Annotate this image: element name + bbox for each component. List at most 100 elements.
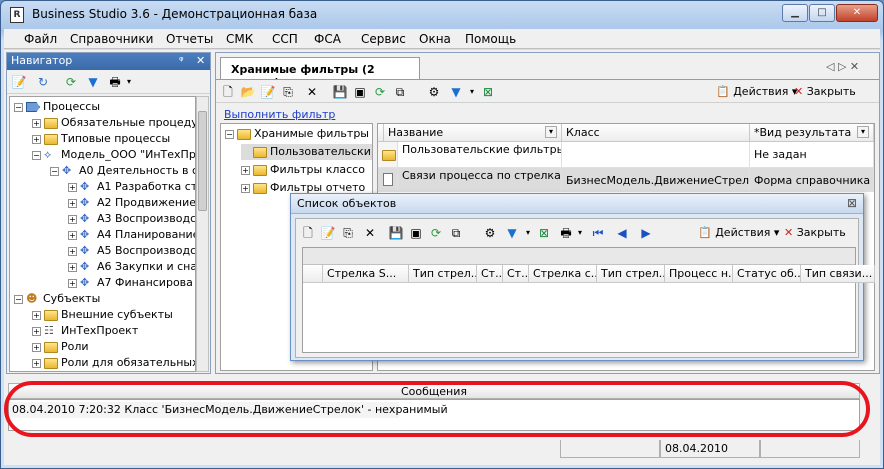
tree-item[interactable]: + ✥ A3 Воспроизводс (68, 211, 195, 227)
tree-item[interactable]: + ☷ ИнТехПроект (32, 323, 138, 339)
properties-icon[interactable]: ⧉ (448, 225, 464, 241)
column-header[interactable]: Тип связи... (801, 265, 875, 283)
dialog-actions-button[interactable]: 📋 Действия ▾ (698, 226, 779, 239)
tree-item[interactable]: + Обязательные процедур (32, 115, 195, 131)
copy-icon[interactable]: ⎘ (280, 84, 296, 100)
column-header[interactable]: Ст... (477, 265, 503, 283)
column-header-class[interactable]: Класс (562, 124, 750, 142)
chevron-down-icon[interactable]: ▾ (464, 84, 480, 100)
tree-item[interactable]: + Внешние субъекты (32, 307, 173, 323)
filter-tree-item[interactable]: − Хранимые фильтры (225, 126, 369, 142)
new-icon[interactable]: 🗋 (220, 84, 236, 100)
menu-windows[interactable]: Окна (419, 32, 451, 46)
title-bar[interactable]: R Business Studio 3.6 - Демонстрационная… (4, 2, 880, 28)
excel-icon[interactable]: ⊠ (480, 84, 496, 100)
dialog-close-button[interactable]: ✕ Закрыть (784, 226, 846, 239)
tree-item[interactable]: − ☻ Субъекты (14, 291, 100, 307)
menu-fsa[interactable]: ФСА (314, 32, 341, 46)
tree-item[interactable]: + ✥ A4 Планирование (68, 227, 195, 243)
collapse-icon[interactable]: − (50, 166, 59, 176)
save-all-icon[interactable]: ▣ (408, 225, 424, 241)
filter-icon[interactable]: ▼ (85, 74, 101, 90)
folder-open-icon[interactable]: 📂 (240, 84, 256, 100)
tree-filter-icon[interactable]: ⚙ (426, 84, 442, 100)
expand-icon[interactable]: + (68, 230, 77, 240)
column-header[interactable]: Тип стрел... (409, 265, 477, 283)
menu-help[interactable]: Помощь (465, 32, 516, 46)
expand-icon[interactable]: + (32, 358, 41, 368)
filter-tree-item[interactable]: + Фильтры классо (241, 162, 365, 178)
tree-item[interactable]: + ✥ A6 Закупки и сна (68, 259, 195, 275)
filter-icon[interactable]: ▼ (448, 84, 464, 100)
tree-item[interactable]: − Процессы (14, 99, 100, 115)
column-dropdown-icon[interactable]: ▾ (545, 126, 557, 138)
menu-directories[interactable]: Справочники (70, 32, 153, 46)
expand-icon[interactable]: + (32, 118, 41, 128)
chevron-down-icon[interactable]: ▾ (520, 225, 536, 241)
delete-icon[interactable]: ✕ (362, 225, 378, 241)
collapse-icon[interactable]: − (32, 150, 41, 160)
actions-button[interactable]: 📋 Действия ▾ (716, 85, 797, 98)
tree-item[interactable]: + Роли для обязательных (32, 355, 195, 371)
collapse-icon[interactable]: − (14, 102, 23, 112)
tree-item[interactable]: + ✥ A5 Воспроизводс (68, 243, 195, 259)
save-all-icon[interactable]: ▣ (352, 84, 368, 100)
next-icon[interactable]: ▶ (638, 225, 654, 241)
properties-icon[interactable]: ⧉ (392, 84, 408, 100)
update-icon[interactable]: ⟳ (372, 84, 388, 100)
tree-item[interactable]: + ✥ A7 Финансирова (68, 275, 193, 291)
expand-icon[interactable]: + (32, 310, 41, 320)
table-row[interactable]: Пользовательские фильтры Не задан (378, 142, 874, 168)
tree-item[interactable]: + Типовые процессы (32, 131, 170, 147)
menu-file[interactable]: Файл (24, 32, 57, 46)
navigator-close-icon[interactable]: ✕ (196, 53, 205, 69)
update-icon[interactable]: ⟳ (63, 74, 79, 90)
edit-icon[interactable]: 📝 (260, 84, 276, 100)
delete-icon[interactable]: ✕ (304, 84, 320, 100)
tree-item[interactable]: − ✥ A0 Деятельность в с (50, 163, 195, 179)
tab-stored-filters[interactable]: Хранимые фильтры (2 строки) (220, 57, 420, 89)
column-header[interactable]: Процесс н... (665, 265, 733, 283)
message-entry[interactable]: 08.04.2010 7:20:32 Класс 'БизнесМодель.Д… (9, 402, 448, 418)
close-window-button[interactable]: ✕ (836, 4, 878, 22)
expand-icon[interactable]: + (241, 183, 250, 193)
tree-filter-icon[interactable]: ⚙ (482, 225, 498, 241)
tab-navigation[interactable]: ◁ ▷ ✕ (826, 60, 859, 73)
menu-service[interactable]: Сервис (361, 32, 406, 46)
expand-icon[interactable]: + (32, 326, 41, 336)
filter-icon[interactable]: ▼ (504, 225, 520, 241)
excel-icon[interactable]: ⊠ (536, 225, 552, 241)
close-doc-button[interactable]: ✕ Закрыть (794, 85, 856, 98)
new-icon[interactable]: 🗋 (300, 225, 316, 241)
table-row-selected[interactable]: Связи процесса по стрелкам БизнесМодель.… (378, 168, 874, 192)
expand-icon[interactable]: + (32, 342, 41, 352)
expand-icon[interactable]: + (68, 262, 77, 272)
collapse-icon[interactable]: − (225, 129, 234, 139)
refresh-icon[interactable]: ↻ (35, 74, 51, 90)
navigator-scrollbar[interactable] (196, 96, 209, 372)
column-header[interactable]: Ст... (503, 265, 529, 283)
run-filter-link[interactable]: Выполнить фильтр (224, 108, 335, 121)
chevron-down-icon[interactable]: ▾ (572, 225, 588, 241)
tree-item[interactable]: − ⟡ Модель_ООО "ИнТехПро (32, 147, 195, 163)
expand-icon[interactable]: + (241, 165, 250, 175)
tree-item[interactable]: + ✥ A2 Продвижение (68, 195, 195, 211)
dialog-title-bar[interactable]: Список объектов ⊠ (291, 194, 863, 214)
expand-icon[interactable]: + (68, 278, 77, 288)
column-header-result[interactable]: *Вид результата ▾ (750, 124, 874, 142)
save-icon[interactable]: 💾 (332, 84, 348, 100)
column-header[interactable]: Стрелка S... (323, 265, 409, 283)
column-dropdown-icon[interactable]: ▾ (857, 126, 869, 138)
menu-ssp[interactable]: ССП (272, 32, 298, 46)
column-header-name[interactable]: Название ▾ (384, 124, 562, 142)
scroll-thumb[interactable] (198, 111, 207, 211)
expand-icon[interactable]: + (68, 198, 77, 208)
column-header[interactable]: Тип стрел... (597, 265, 665, 283)
edit-icon[interactable]: 📝 (11, 74, 27, 90)
tree-item[interactable]: + Роли (32, 339, 89, 355)
filter-tree-item[interactable]: Пользовательски (241, 144, 372, 160)
menu-smk[interactable]: СМК (226, 32, 253, 46)
update-icon[interactable]: ⟳ (428, 225, 444, 241)
column-header[interactable]: Статус об... (733, 265, 801, 283)
pin-icon[interactable]: ᵠ (179, 53, 184, 69)
